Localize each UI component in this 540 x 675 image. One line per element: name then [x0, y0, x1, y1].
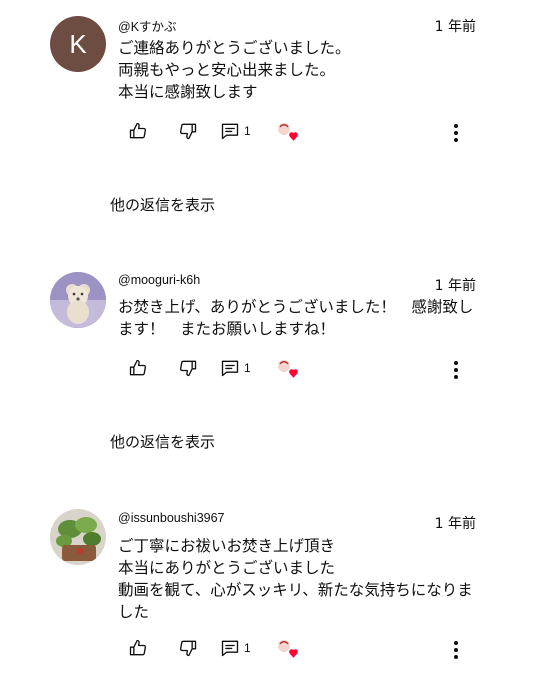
- more-button[interactable]: [450, 638, 462, 662]
- more-vert-dot: [454, 131, 458, 135]
- comment-icon: [221, 123, 239, 140]
- creator-heart: [276, 358, 302, 380]
- more-vert-dot: [454, 375, 458, 379]
- reply-count: 1: [244, 124, 251, 138]
- comment-icon: [221, 360, 239, 377]
- more-vert-dot: [454, 138, 458, 142]
- comment-author[interactable]: @mooguri-k6h: [118, 273, 200, 287]
- thumbs-down-icon: [179, 640, 197, 657]
- comment-author[interactable]: @issunboushi3967: [118, 511, 225, 525]
- comment-actions: 1: [128, 638, 488, 662]
- show-more-replies-link[interactable]: 他の返信を表示: [110, 194, 215, 215]
- comment-text: お焚き上げ、ありがとうございました！ 感謝致します！ またお願いしますね！: [118, 298, 474, 338]
- creator-heart: [276, 121, 302, 143]
- more-vert-dot: [454, 648, 458, 652]
- thumbs-up-icon: [129, 122, 147, 139]
- more-vert-icon: [454, 641, 458, 645]
- comment-icon: [221, 640, 239, 657]
- comment-author[interactable]: @Kすかぶ: [118, 16, 177, 35]
- dislike-button[interactable]: [178, 638, 198, 658]
- dislike-button[interactable]: [178, 121, 198, 141]
- show-more-replies-link[interactable]: 他の返信を表示: [110, 431, 215, 452]
- creator-heart-icon: [278, 360, 298, 378]
- like-button[interactable]: [128, 638, 148, 658]
- reply-count: 1: [244, 641, 251, 655]
- creator-heart-icon: [278, 123, 298, 141]
- comment-text: ご丁寧にお祓いお焚き上げ頂き 本当にありがとうございました 動画を観て、心がスッ…: [118, 537, 473, 621]
- comment-actions: 1: [128, 121, 488, 145]
- more-button[interactable]: [450, 121, 462, 145]
- avatar-letter: K: [69, 28, 87, 59]
- avatar[interactable]: [50, 272, 106, 328]
- like-button[interactable]: [128, 121, 148, 141]
- reply-count: 1: [244, 361, 251, 375]
- comment-actions: 1: [128, 358, 488, 382]
- creator-heart: [276, 638, 302, 660]
- thumbs-up-icon: [129, 359, 147, 376]
- comment-time[interactable]: 1 年前: [435, 275, 476, 295]
- more-vert-icon: [454, 361, 458, 365]
- comment-text: ご連絡ありがとうございました。 両親もやっと安心出来ました。 本当に感謝致します: [118, 39, 351, 101]
- reply-button[interactable]: 1: [220, 638, 251, 658]
- dislike-button[interactable]: [178, 358, 198, 378]
- more-button[interactable]: [450, 358, 462, 382]
- comment-time[interactable]: 1 年前: [435, 513, 476, 533]
- reply-button[interactable]: 1: [220, 358, 251, 378]
- teddy-bear-avatar-image: [50, 272, 106, 328]
- thumbs-down-icon: [179, 123, 197, 140]
- more-vert-dot: [454, 368, 458, 372]
- thumbs-down-icon: [179, 360, 197, 377]
- more-vert-icon: [454, 124, 458, 128]
- comment-time[interactable]: 1 年前: [435, 16, 476, 36]
- thumbs-up-icon: [129, 639, 147, 656]
- plant-avatar-image: [50, 509, 106, 565]
- more-vert-dot: [454, 655, 458, 659]
- creator-heart-icon: [278, 640, 298, 658]
- reply-button[interactable]: 1: [220, 121, 251, 141]
- avatar[interactable]: K: [50, 16, 106, 72]
- like-button[interactable]: [128, 358, 148, 378]
- avatar[interactable]: [50, 509, 106, 565]
